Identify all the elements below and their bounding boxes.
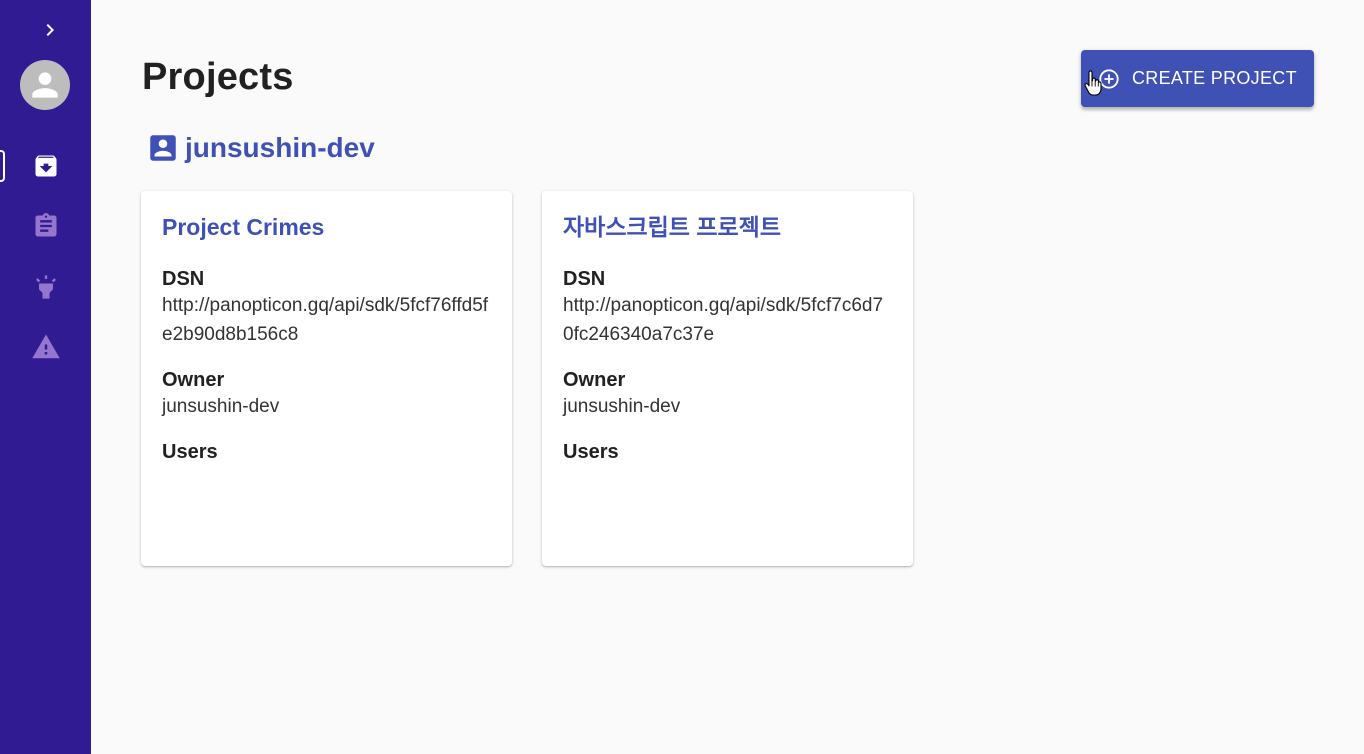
- main-content: Projects CREATE PROJECT junsushin-dev Pr…: [91, 0, 1364, 754]
- dsn-value: http://panopticon.gq/api/sdk/5fcf7c6d70f…: [563, 295, 884, 345]
- users-label: Users: [162, 441, 218, 463]
- warning-icon: [31, 334, 60, 359]
- owner-value: junsushin-dev: [162, 396, 280, 417]
- sidebar-item-issues[interactable]: [0, 324, 91, 370]
- project-card[interactable]: 자바스크립트 프로젝트 DSN http://panopticon.gq/api…: [542, 191, 913, 566]
- create-project-label: CREATE PROJECT: [1132, 68, 1297, 88]
- sidebar-item-highlights[interactable]: [0, 264, 91, 310]
- users-label: Users: [563, 441, 619, 463]
- owner-value: junsushin-dev: [563, 396, 681, 417]
- dsn-label: DSN: [162, 268, 205, 290]
- page-title: Projects: [142, 56, 294, 98]
- sidebar-expand-button[interactable]: [37, 17, 63, 43]
- highlight-icon: [35, 275, 56, 299]
- owner-label: Owner: [162, 369, 225, 391]
- chevron-right-icon: [46, 24, 54, 36]
- avatar[interactable]: [20, 60, 70, 110]
- dsn-value: http://panopticon.gq/api/sdk/5fcf76ffd5f…: [162, 295, 489, 345]
- assignment-icon: [35, 213, 56, 237]
- dsn-label: DSN: [563, 268, 606, 290]
- owner-name: junsushin-dev: [185, 132, 375, 163]
- person-icon: [32, 72, 58, 98]
- create-project-button[interactable]: CREATE PROJECT: [1081, 50, 1314, 107]
- project-card[interactable]: Project Crimes DSN http://panopticon.gq/…: [141, 191, 512, 566]
- project-title[interactable]: Project Crimes: [162, 213, 491, 241]
- sidebar: [0, 0, 91, 754]
- archive-icon: [35, 155, 56, 177]
- sidebar-item-projects[interactable]: [0, 143, 91, 189]
- sidebar-item-assignments[interactable]: [0, 203, 91, 249]
- owner-label: Owner: [563, 369, 626, 391]
- account-box-icon: [150, 135, 176, 161]
- project-title[interactable]: 자바스크립트 프로젝트: [563, 213, 892, 241]
- hand-cursor-icon: [1084, 70, 1102, 96]
- owner-heading: junsushin-dev: [146, 131, 375, 165]
